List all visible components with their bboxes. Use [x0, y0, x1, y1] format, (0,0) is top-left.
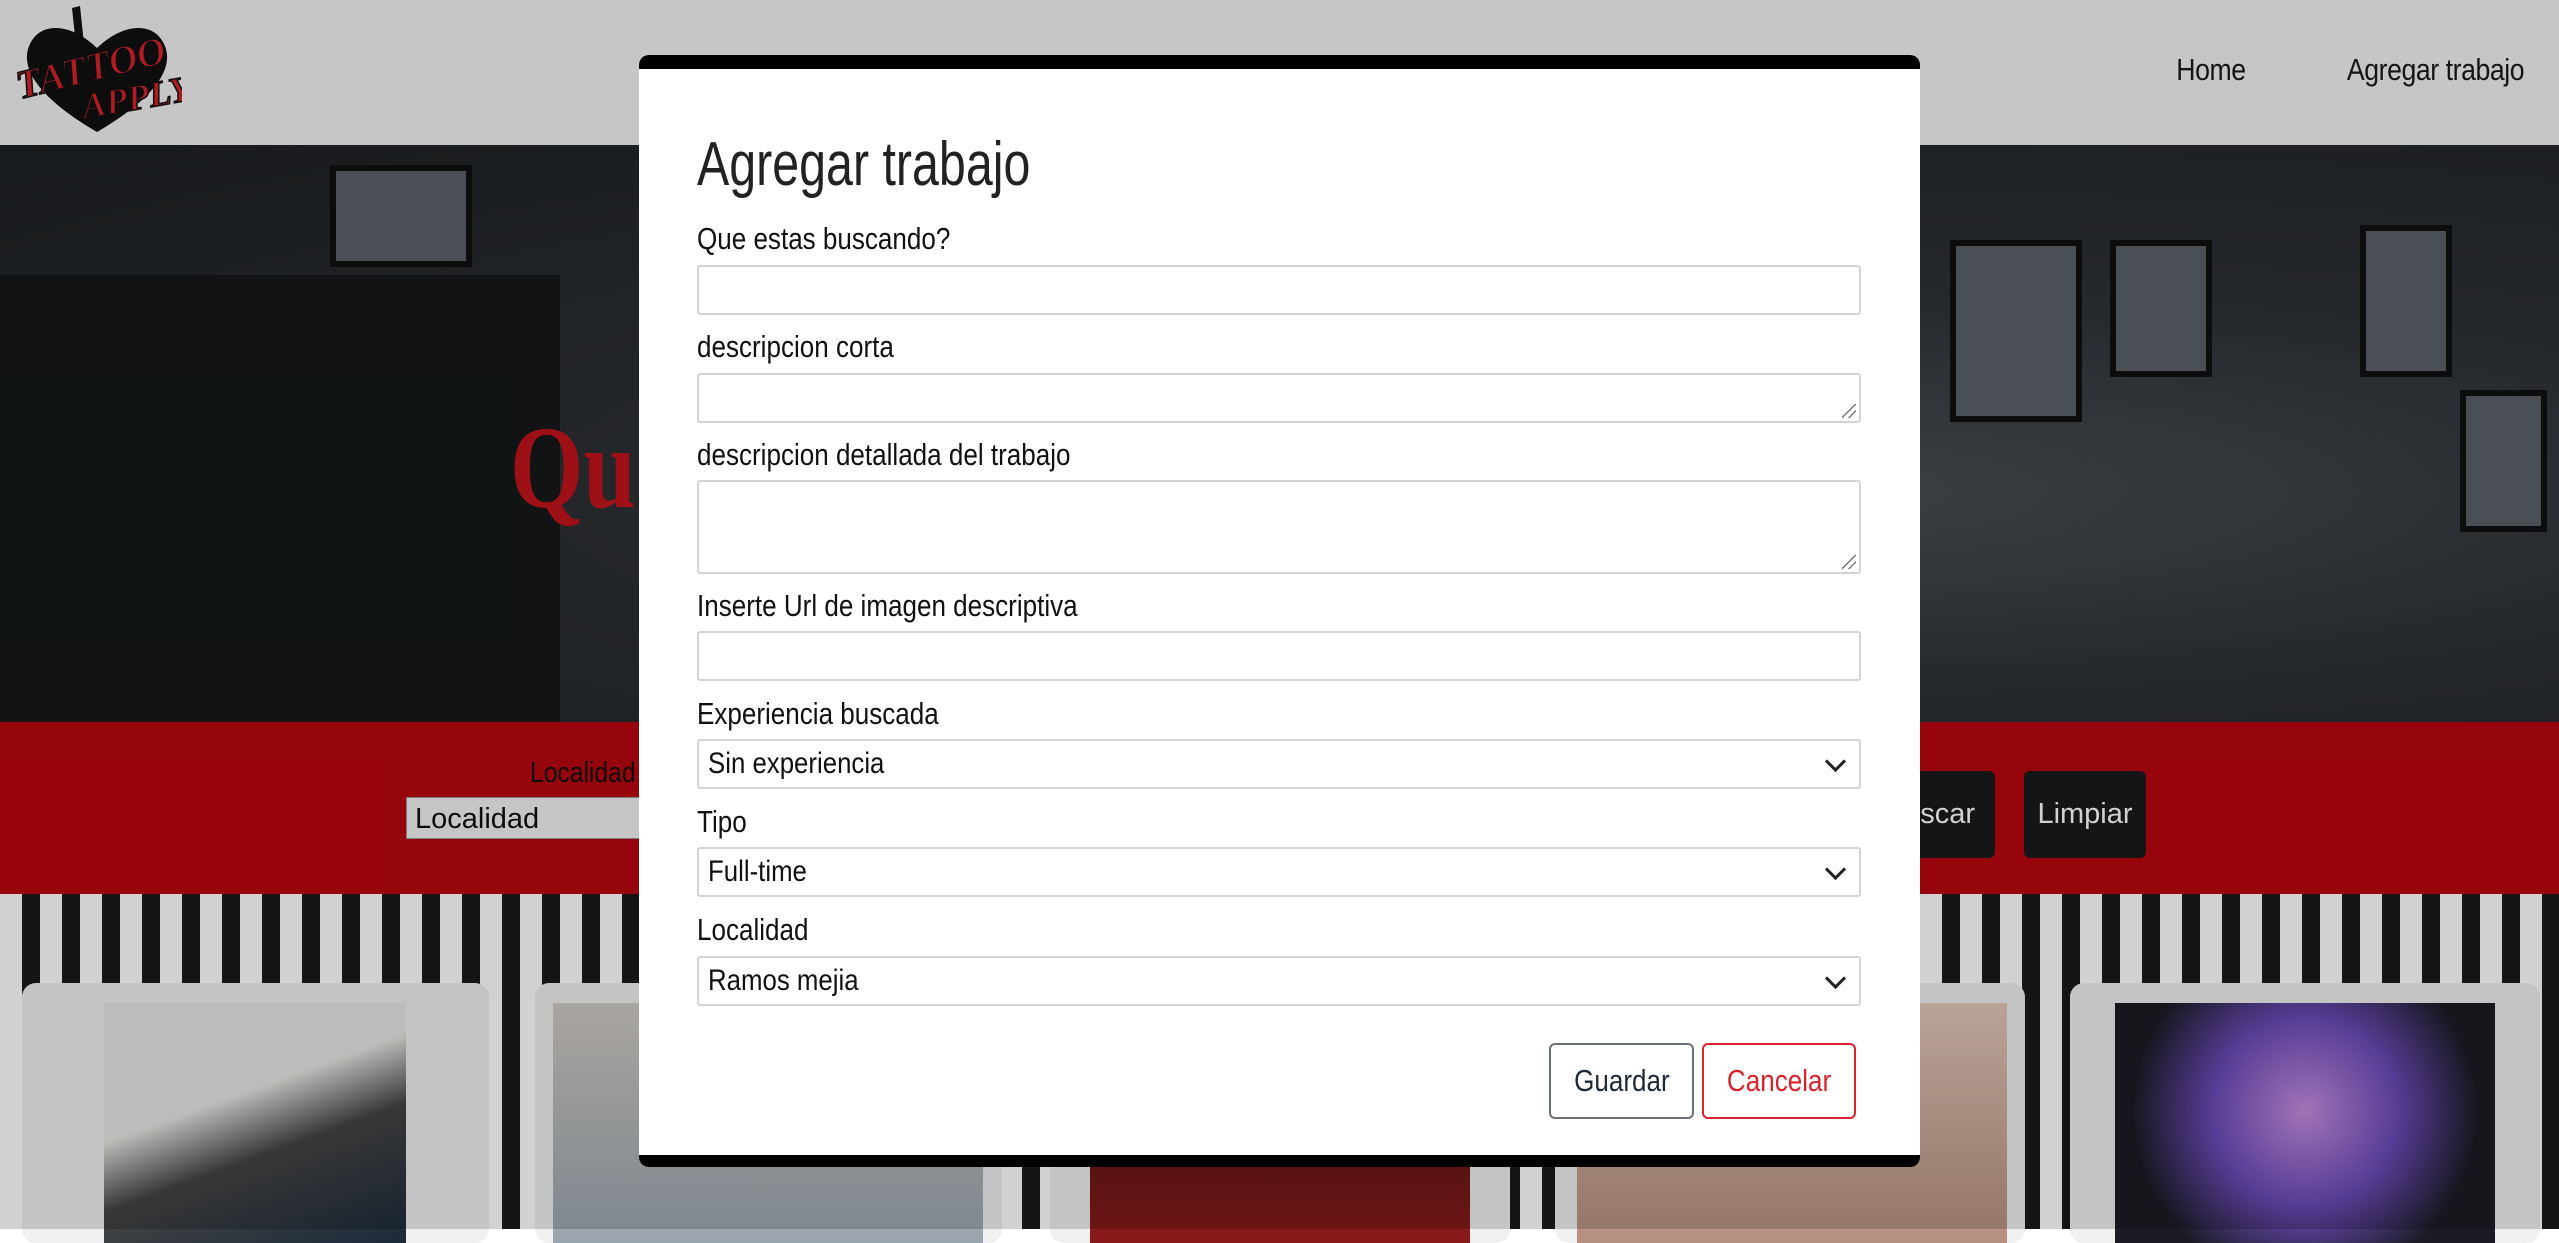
what-input[interactable] — [697, 265, 1861, 315]
save-button[interactable]: Guardar — [1549, 1043, 1694, 1119]
chevron-down-icon — [1824, 967, 1847, 990]
type-label: Tipo — [697, 804, 747, 839]
experience-label: Experiencia buscada — [697, 696, 939, 731]
experience-select-value: Sin experiencia — [708, 747, 885, 780]
cancel-button[interactable]: Cancelar — [1702, 1043, 1856, 1119]
location-select-value: Ramos mejia — [708, 964, 859, 997]
long-desc-textarea[interactable] — [697, 480, 1861, 574]
agregar-trabajo-modal: Agregar trabajo Que estas buscando? desc… — [639, 55, 1920, 1167]
chevron-down-icon — [1824, 858, 1847, 881]
type-select[interactable]: Full-time — [697, 847, 1861, 897]
long-desc-label: descripcion detallada del trabajo — [697, 437, 1071, 472]
type-select-value: Full-time — [708, 855, 807, 888]
resize-grip-icon[interactable] — [1842, 404, 1856, 418]
image-url-input[interactable] — [697, 631, 1861, 681]
image-url-label: Inserte Url de imagen descriptiva — [697, 588, 1078, 623]
chevron-down-icon — [1824, 750, 1847, 773]
location-select[interactable]: Ramos mejia — [697, 956, 1861, 1006]
what-label: Que estas buscando? — [697, 221, 951, 256]
short-desc-textarea[interactable] — [697, 373, 1861, 423]
modal-title: Agregar trabajo — [697, 130, 1031, 199]
save-button-label: Guardar — [1573, 1063, 1670, 1098]
location-label: Localidad — [697, 912, 809, 947]
experience-select[interactable]: Sin experiencia — [697, 739, 1861, 789]
resize-grip-icon[interactable] — [1842, 555, 1856, 569]
short-desc-label: descripcion corta — [697, 329, 894, 364]
cancel-button-label: Cancelar — [1726, 1063, 1832, 1098]
